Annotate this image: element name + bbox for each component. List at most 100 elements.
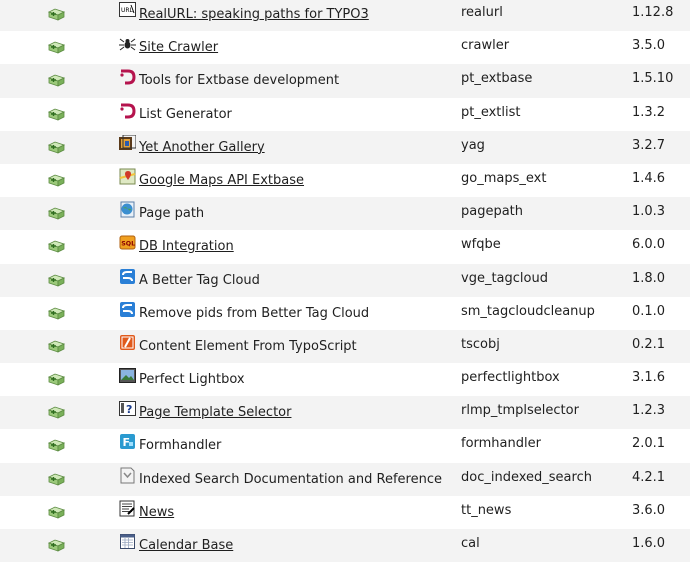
form-icon: F <box>119 433 136 450</box>
extension-key: rlmp_tmplselector <box>461 403 579 419</box>
extension-version: 1.3.2 <box>632 104 666 120</box>
realurl-icon: URL <box>119 2 136 19</box>
install-extension-icon[interactable] <box>47 538 66 552</box>
extension-row: List Generator pt_extlist 1.3.2 <box>0 97 690 131</box>
spider-icon <box>119 35 136 52</box>
svg-text:F: F <box>123 436 131 449</box>
sql-icon: SQL <box>119 234 136 251</box>
extension-version: 0.1.0 <box>632 303 666 319</box>
extension-version: 1.5.10 <box>632 71 674 87</box>
extension-key: doc_indexed_search <box>461 469 592 485</box>
extension-row: Remove pids from Better Tag Cloud sm_tagc… <box>0 296 690 330</box>
extension-version: 1.0.3 <box>632 204 666 220</box>
install-extension-icon[interactable] <box>47 40 66 54</box>
install-extension-icon[interactable] <box>47 173 66 187</box>
extension-title-link[interactable]: Yet Another Gallery <box>139 140 265 155</box>
install-extension-icon[interactable] <box>47 472 66 486</box>
extension-key: cal <box>461 536 480 551</box>
extension-title-link[interactable]: Google Maps API Extbase <box>139 173 304 188</box>
extension-row: F Formhandler formhandler 2.0.1 <box>0 429 690 463</box>
tag-cloud-icon <box>119 268 136 285</box>
extension-version: 4.2.1 <box>632 469 666 485</box>
extension-title: Formhandler <box>139 438 222 454</box>
install-extension-icon[interactable] <box>47 73 66 88</box>
install-extension-icon[interactable] <box>47 505 66 519</box>
extension-title: List Generator <box>139 106 232 122</box>
install-extension-icon[interactable] <box>47 206 66 220</box>
globe-page-icon <box>119 201 136 218</box>
extension-version: 3.5.0 <box>632 38 666 54</box>
extension-row: Indexed Search Documentation and Referen… <box>0 462 690 496</box>
calendar-icon <box>119 533 136 550</box>
extension-title-link[interactable]: Calendar Base <box>139 538 233 553</box>
extension-title-link[interactable]: Site Crawler <box>139 40 218 55</box>
extension-title: Tools for Extbase development <box>139 73 340 89</box>
install-extension-icon[interactable] <box>47 339 66 353</box>
extension-title: Page path <box>139 206 205 222</box>
extension-row: News tt_news 3.6.0 <box>0 495 690 529</box>
install-extension-icon[interactable] <box>47 273 66 287</box>
extension-version: 3.1.6 <box>632 370 666 386</box>
install-extension-icon[interactable] <box>47 405 66 419</box>
extension-row: Tools for Extbase development pt_extbase 1… <box>0 64 690 98</box>
extension-row: Site Crawler crawler 3.5.0 <box>0 31 690 65</box>
extension-version: 1.6.0 <box>632 536 666 551</box>
extension-version: 1.8.0 <box>632 270 666 286</box>
install-extension-icon[interactable] <box>47 239 66 253</box>
lightbox-icon <box>119 367 136 384</box>
install-extension-icon[interactable] <box>47 107 66 121</box>
extension-key: pagepath <box>461 204 524 220</box>
extension-title: A Better Tag Cloud <box>139 272 260 288</box>
punkt-logo-icon <box>119 68 136 85</box>
extension-title: Content Element From TypoScript <box>139 338 357 354</box>
extension-key: vge_tagcloud <box>461 270 548 286</box>
svg-text:SQL: SQL <box>121 241 135 248</box>
punkt-logo-icon <box>119 102 136 119</box>
extension-key: realurl <box>461 5 503 20</box>
extension-title-link[interactable]: RealURL: speaking paths for TYPO3 <box>139 7 369 22</box>
extension-key: go_maps_ext <box>461 170 547 186</box>
extension-version: 1.4.6 <box>632 170 666 186</box>
extension-key: pt_extbase <box>461 71 533 87</box>
extension-key: formhandler <box>461 436 541 452</box>
extension-row: Google Maps API Extbase go_maps_ext 1.4.6 <box>0 163 690 198</box>
extension-title-link[interactable]: Page Template Selector <box>139 405 291 420</box>
map-icon <box>119 168 136 185</box>
extension-key: crawler <box>461 38 510 54</box>
extension-version: 1.12.8 <box>632 5 674 20</box>
extension-row: Page path pagepath 1.0.3 <box>0 197 690 231</box>
extension-version: 3.2.7 <box>632 137 666 153</box>
extension-version: 1.2.3 <box>632 403 666 419</box>
install-extension-icon[interactable] <box>47 140 66 154</box>
extension-title: Indexed Search Documentation and Referen… <box>139 471 442 487</box>
extension-title: Remove pids from Better Tag Cloud <box>139 305 370 321</box>
extension-row: Content Element From TypoScript tscobj 0.2… <box>0 329 690 364</box>
extension-key: sm_tagcloudcleanup <box>461 303 595 319</box>
extension-row: A Better Tag Cloud vge_tagcloud 1.8.0 <box>0 263 690 297</box>
template-question-icon: ? <box>119 400 136 417</box>
tag-cloud-icon <box>119 301 136 318</box>
install-extension-icon[interactable] <box>47 7 66 21</box>
extension-key: tscobj <box>461 336 500 352</box>
document-icon <box>119 467 136 484</box>
extension-version: 6.0.0 <box>632 237 666 253</box>
extension-row: Calendar Base cal 1.6.0 <box>0 529 690 562</box>
extension-key: wfqbe <box>461 237 501 253</box>
extension-title-link[interactable]: News <box>139 505 174 520</box>
extension-title: Perfect Lightbox <box>139 372 245 388</box>
install-extension-icon[interactable] <box>47 372 66 386</box>
install-extension-icon[interactable] <box>47 306 66 320</box>
extension-key: yag <box>461 137 485 153</box>
extension-title-link[interactable]: DB Integration <box>139 239 234 254</box>
typoscript-icon <box>119 334 136 351</box>
extension-row: ? Page Template Selector rlmp_tmplselector… <box>0 396 690 430</box>
extension-list: URL RealURL: speaking paths for TYPO3 real… <box>0 0 690 562</box>
extension-key: tt_news <box>461 502 512 518</box>
extension-version: 2.0.1 <box>632 436 666 452</box>
install-extension-icon[interactable] <box>47 438 66 453</box>
extension-key: perfectlightbox <box>461 370 560 386</box>
gallery-icon <box>119 134 137 152</box>
extension-row: SQL DB Integration wfqbe 6.0.0 <box>0 230 690 264</box>
extension-row: Yet Another Gallery yag 3.2.7 <box>0 130 690 164</box>
news-icon <box>119 500 136 517</box>
